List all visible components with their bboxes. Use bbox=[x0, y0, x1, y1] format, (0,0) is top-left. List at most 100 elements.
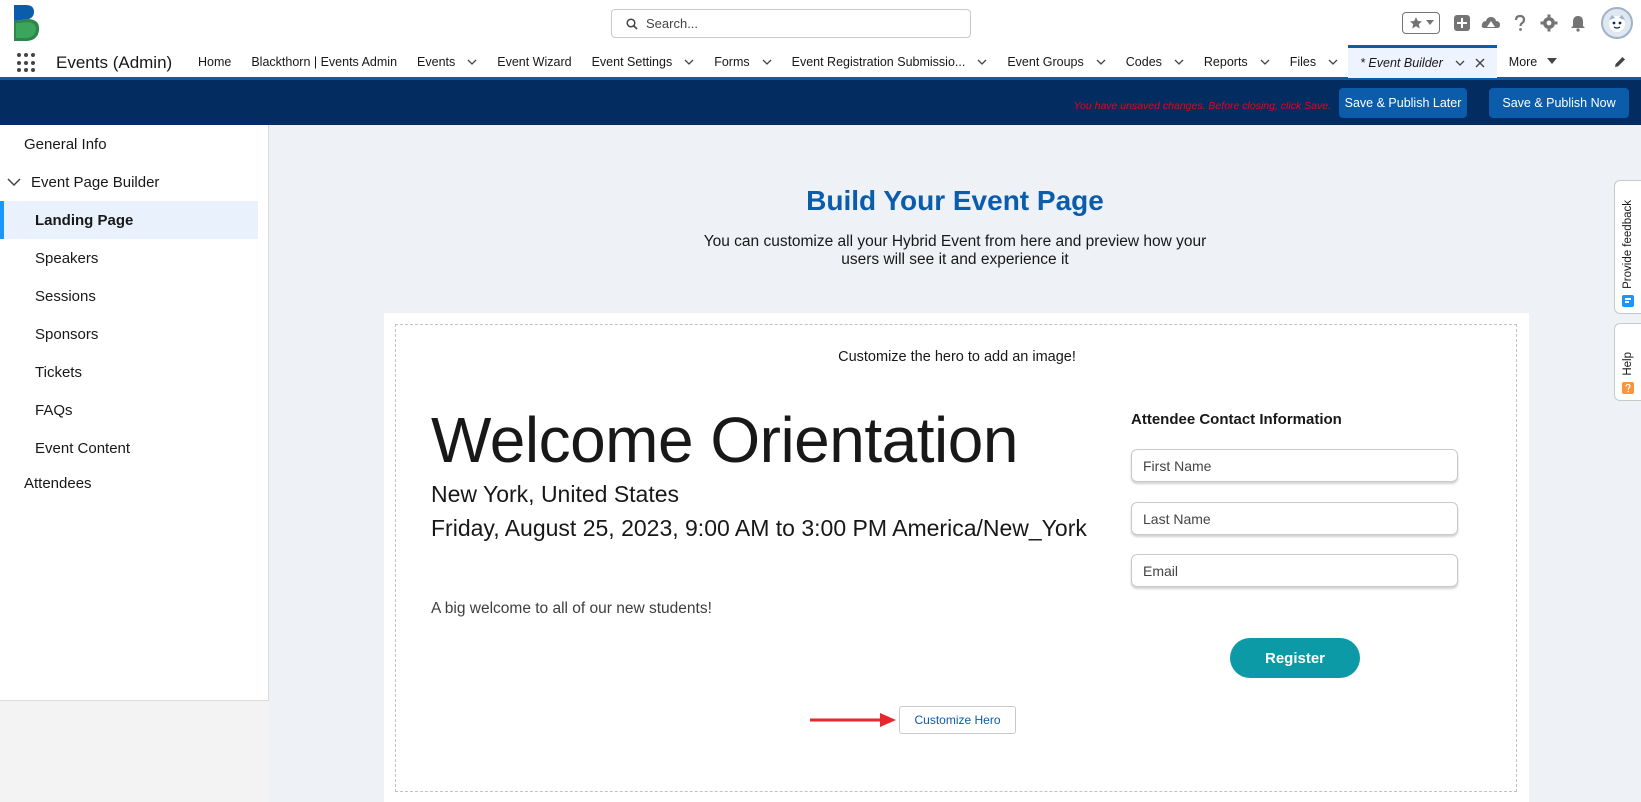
event-datetime: Friday, August 25, 2023, 9:00 AM to 3:00… bbox=[431, 515, 1087, 541]
sidebar-item-label: Landing Page bbox=[35, 211, 134, 229]
builder-toolbar: You have unsaved changes. Before closing… bbox=[0, 80, 1641, 125]
nav-tab-label: Events bbox=[417, 54, 456, 69]
save-publish-later-button[interactable]: Save & Publish Later bbox=[1339, 88, 1467, 118]
nav-tab-events[interactable]: Events bbox=[407, 45, 487, 78]
more-dropdown-icon bbox=[1547, 58, 1558, 64]
event-page-preview: Customize the hero to add an image! Welc… bbox=[384, 313, 1529, 802]
customize-hero-button[interactable]: Customize Hero bbox=[899, 706, 1016, 734]
favorites-button[interactable] bbox=[1402, 11, 1440, 34]
global-header: Search... bbox=[0, 0, 1641, 45]
chevron-down-icon[interactable] bbox=[1096, 57, 1106, 67]
sidebar-item-speakers[interactable]: Speakers bbox=[0, 239, 258, 277]
field-placeholder: First Name bbox=[1143, 457, 1212, 474]
user-avatar[interactable] bbox=[1601, 6, 1633, 39]
sidebar-item-label: FAQs bbox=[35, 401, 73, 419]
event-location: New York, United States bbox=[431, 481, 680, 507]
nav-more-menu[interactable]: More bbox=[1497, 45, 1569, 78]
sidebar-item-label: Tickets bbox=[35, 363, 82, 381]
chevron-down-icon[interactable] bbox=[1260, 57, 1270, 67]
nav-tab-event-builder[interactable]: * Event Builder bbox=[1348, 45, 1497, 78]
notifications-bell-icon[interactable] bbox=[1568, 13, 1588, 33]
field-placeholder: Last Name bbox=[1143, 510, 1211, 527]
nav-items: Home Blackthorn | Events Admin Events Event… bbox=[188, 45, 1569, 78]
last-name-field[interactable]: Last Name bbox=[1131, 502, 1458, 535]
nav-tab-label: * Event Builder bbox=[1360, 56, 1443, 70]
nav-more-label: More bbox=[1508, 54, 1538, 69]
attendee-form-title: Attendee Contact Information bbox=[1131, 411, 1342, 428]
nav-tab-blackthorn-events-admin[interactable]: Blackthorn | Events Admin bbox=[241, 45, 407, 78]
nav-tab-label: Blackthorn | Events Admin bbox=[251, 54, 398, 69]
hero-hint: Customize the hero to add an image! bbox=[838, 349, 1076, 365]
feedback-icon bbox=[1622, 295, 1634, 307]
nav-tab-label: Reports bbox=[1203, 54, 1248, 69]
nav-tab-label: Event Registration Submissio... bbox=[791, 54, 966, 69]
help-tab-label: Help bbox=[1622, 352, 1634, 376]
feedback-tab-label: Provide feedback bbox=[1622, 200, 1634, 289]
chevron-down-icon[interactable] bbox=[1328, 57, 1338, 67]
app-navigation-bar: Events (Admin) Home Blackthorn | Events A… bbox=[0, 45, 1641, 80]
sidebar-section-event-page-builder[interactable]: Event Page Builder bbox=[0, 163, 258, 201]
sidebar-item-general-info[interactable]: General Info bbox=[0, 125, 258, 163]
nav-tab-label: Event Wizard bbox=[497, 54, 572, 69]
nav-tab-label: Home bbox=[198, 54, 232, 69]
close-tab-icon[interactable] bbox=[1475, 58, 1485, 68]
favorites-dropdown-icon bbox=[1425, 19, 1434, 25]
global-actions-add-icon[interactable] bbox=[1452, 13, 1472, 33]
provide-feedback-tab[interactable]: Provide feedback bbox=[1614, 180, 1641, 314]
sidebar-item-tickets[interactable]: Tickets bbox=[0, 353, 258, 391]
setup-gear-icon[interactable] bbox=[1539, 13, 1559, 33]
app-launcher-icon[interactable] bbox=[17, 53, 37, 73]
chevron-down-icon[interactable] bbox=[762, 57, 772, 67]
sidebar-item-attendees[interactable]: Attendees bbox=[0, 464, 258, 502]
save-publish-now-button[interactable]: Save & Publish Now bbox=[1489, 88, 1629, 118]
sidebar-item-sessions[interactable]: Sessions bbox=[0, 277, 258, 315]
page-subtitle: You can customize all your Hybrid Event … bbox=[703, 233, 1207, 268]
global-search-input[interactable]: Search... bbox=[611, 9, 971, 38]
sidebar-section-label: Event Page Builder bbox=[31, 173, 160, 191]
page-title: Build Your Event Page bbox=[806, 185, 1104, 216]
help-tab[interactable]: Help bbox=[1614, 323, 1641, 401]
sidebar-item-label: Attendees bbox=[24, 474, 92, 492]
nav-tab-event-groups[interactable]: Event Groups bbox=[997, 45, 1115, 78]
nav-tab-event-wizard[interactable]: Event Wizard bbox=[487, 45, 581, 78]
nav-tab-label: Files bbox=[1289, 54, 1317, 69]
event-name: Welcome Orientation bbox=[431, 404, 1018, 476]
unsaved-changes-message: You have unsaved changes. Before closing… bbox=[1073, 100, 1331, 112]
nav-tab-forms[interactable]: Forms bbox=[704, 45, 781, 78]
help-icon[interactable] bbox=[1510, 13, 1530, 33]
sidebar-item-label: General Info bbox=[24, 135, 107, 153]
nav-tab-label: Event Settings bbox=[591, 54, 673, 69]
nav-tab-codes[interactable]: Codes bbox=[1116, 45, 1194, 78]
chevron-down-icon[interactable] bbox=[684, 57, 694, 67]
search-icon bbox=[626, 17, 638, 30]
sidebar-item-sponsors[interactable]: Sponsors bbox=[0, 315, 258, 353]
search-placeholder: Search... bbox=[646, 16, 699, 31]
email-field[interactable]: Email bbox=[1131, 554, 1458, 587]
chevron-down-icon[interactable] bbox=[467, 57, 477, 67]
nav-tab-files[interactable]: Files bbox=[1280, 45, 1348, 78]
chevron-down-icon[interactable] bbox=[1174, 57, 1184, 67]
chevron-down-icon[interactable] bbox=[977, 57, 987, 67]
first-name-field[interactable]: First Name bbox=[1131, 449, 1458, 482]
app-name: Events (Admin) bbox=[56, 53, 173, 72]
sidebar-item-landing-page[interactable]: Landing Page bbox=[0, 201, 258, 239]
chevron-down-icon[interactable] bbox=[1455, 58, 1465, 68]
register-button[interactable]: Register bbox=[1230, 638, 1360, 678]
sidebar-item-label: Event Content bbox=[35, 439, 131, 457]
sidebar-item-label: Sponsors bbox=[35, 325, 99, 343]
annotation-arrow-icon bbox=[810, 713, 896, 727]
nav-tab-home[interactable]: Home bbox=[188, 45, 241, 78]
blackthorn-logo[interactable] bbox=[12, 4, 42, 42]
nav-tab-label: Event Groups bbox=[1007, 54, 1084, 69]
hero-section[interactable]: Customize the hero to add an image! Welc… bbox=[395, 324, 1517, 792]
sidebar-item-event-content[interactable]: Event Content bbox=[0, 429, 258, 467]
nav-tab-reports[interactable]: Reports bbox=[1194, 45, 1280, 78]
nav-tab-label: Codes bbox=[1125, 54, 1162, 69]
edit-nav-pencil-icon[interactable] bbox=[1613, 55, 1627, 69]
nav-tab-event-registration-submissio[interactable]: Event Registration Submissio... bbox=[782, 45, 998, 78]
sidebar-item-label: Sessions bbox=[35, 287, 96, 305]
sidebar-item-faqs[interactable]: FAQs bbox=[0, 391, 258, 429]
builder-main-area: Build Your Event Page You can customize … bbox=[269, 125, 1641, 802]
trailhead-icon[interactable] bbox=[1481, 13, 1501, 33]
nav-tab-event-settings[interactable]: Event Settings bbox=[582, 45, 705, 78]
